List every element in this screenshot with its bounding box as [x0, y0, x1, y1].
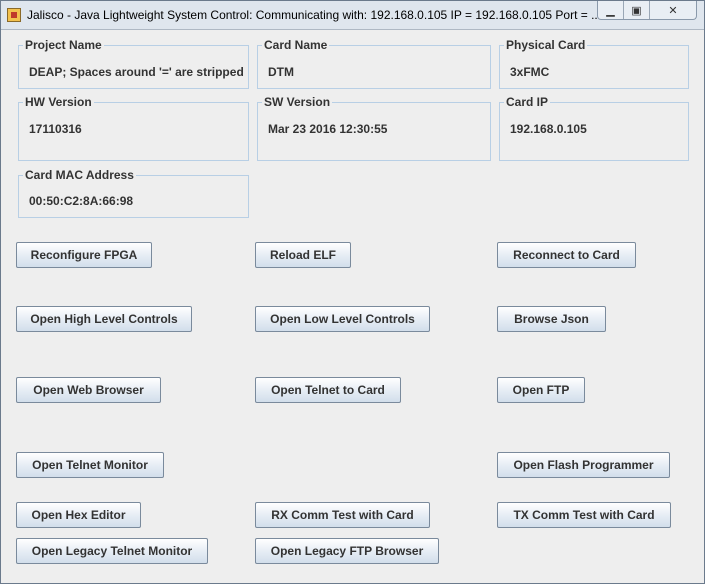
hw-version-panel: HW Version 17110316: [18, 95, 249, 161]
hw-version-label: HW Version: [23, 95, 94, 109]
reconfigure-fpga-button[interactable]: Reconfigure FPGA: [16, 242, 152, 268]
browse-json-button[interactable]: Browse Json: [497, 306, 606, 332]
sw-version-value: Mar 23 2016 12:30:55: [268, 122, 388, 136]
open-ftp-button[interactable]: Open FTP: [497, 377, 585, 403]
project-name-panel: Project Name DEAP; Spaces around '=' are…: [18, 38, 249, 89]
open-web-browser-button[interactable]: Open Web Browser: [16, 377, 161, 403]
maximize-button[interactable]: ▣: [624, 1, 650, 19]
open-telnet-monitor-button[interactable]: Open Telnet Monitor: [16, 452, 164, 478]
physical-card-label: Physical Card: [504, 38, 588, 52]
reconnect-to-card-button[interactable]: Reconnect to Card: [497, 242, 636, 268]
open-legacy-ftp-browser-button[interactable]: Open Legacy FTP Browser: [255, 538, 439, 564]
open-telnet-to-card-button[interactable]: Open Telnet to Card: [255, 377, 401, 403]
sw-version-panel: SW Version Mar 23 2016 12:30:55: [257, 95, 491, 161]
card-mac-label: Card MAC Address: [23, 168, 136, 182]
open-low-level-controls-button[interactable]: Open Low Level Controls: [255, 306, 430, 332]
project-name-value: DEAP; Spaces around '=' are stripped: [29, 65, 244, 79]
card-mac-panel: Card MAC Address 00:50:C2:8A:66:98: [18, 168, 249, 218]
reload-elf-button[interactable]: Reload ELF: [255, 242, 351, 268]
card-name-panel: Card Name DTM: [257, 38, 491, 89]
card-ip-panel: Card IP 192.168.0.105: [499, 95, 689, 161]
window-title: Jalisco - Java Lightweight System Contro…: [27, 8, 597, 22]
card-mac-value: 00:50:C2:8A:66:98: [29, 194, 134, 208]
card-name-value: DTM: [268, 65, 294, 79]
app-icon: [7, 8, 21, 22]
app-window: Jalisco - Java Lightweight System Contro…: [0, 0, 705, 584]
minimize-icon: ▁: [606, 4, 615, 17]
close-icon: ✕: [668, 4, 678, 17]
sw-version-label: SW Version: [262, 95, 333, 109]
rx-comm-test-button[interactable]: RX Comm Test with Card: [255, 502, 430, 528]
open-legacy-telnet-monitor-button[interactable]: Open Legacy Telnet Monitor: [16, 538, 208, 564]
maximize-icon: ▣: [631, 4, 642, 17]
title-bar[interactable]: Jalisco - Java Lightweight System Contro…: [1, 1, 704, 30]
physical-card-value: 3xFMC: [510, 65, 550, 79]
open-hex-editor-button[interactable]: Open Hex Editor: [16, 502, 141, 528]
project-name-label: Project Name: [23, 38, 104, 52]
open-flash-programmer-button[interactable]: Open Flash Programmer: [497, 452, 670, 478]
physical-card-panel: Physical Card 3xFMC: [499, 38, 689, 89]
card-ip-label: Card IP: [504, 95, 551, 109]
minimize-button[interactable]: ▁: [598, 1, 624, 19]
tx-comm-test-button[interactable]: TX Comm Test with Card: [497, 502, 671, 528]
window-controls: ▁ ▣ ✕: [597, 1, 697, 20]
card-name-label: Card Name: [262, 38, 330, 52]
card-ip-value: 192.168.0.105: [510, 122, 587, 136]
close-button[interactable]: ✕: [650, 1, 696, 19]
hw-version-value: 17110316: [29, 122, 82, 136]
open-high-level-controls-button[interactable]: Open High Level Controls: [16, 306, 192, 332]
